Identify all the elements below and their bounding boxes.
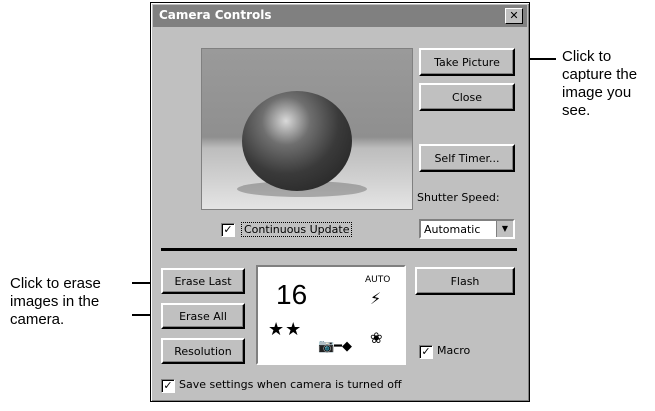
dialog-title: Camera Controls — [159, 8, 272, 22]
save-settings-checkbox[interactable]: ✓ — [161, 379, 175, 393]
separator — [161, 248, 517, 251]
self-timer-button[interactable]: Self Timer... — [419, 144, 515, 172]
continuous-update-label: Continuous Update — [241, 222, 353, 237]
flash-button[interactable]: Flash — [415, 267, 515, 295]
resolution-button[interactable]: Resolution — [161, 338, 245, 364]
callout-erase: Click to erase images in the camera. — [10, 275, 101, 328]
take-picture-button[interactable]: Take Picture — [419, 48, 515, 76]
camera-status-panel: 16 AUTO ⚡ ★★ 📷━◆ ❀ — [256, 265, 406, 365]
continuous-update-checkbox[interactable]: ✓ — [221, 223, 235, 237]
erase-last-button[interactable]: Erase Last — [161, 268, 245, 294]
title-bar: Camera Controls ✕ — [153, 5, 527, 27]
save-settings-label: Save settings when camera is turned off — [179, 378, 402, 391]
camera-controls-dialog: Camera Controls ✕ Take Picture Close Sel… — [150, 2, 530, 402]
camera-preview — [201, 48, 413, 210]
erase-all-button[interactable]: Erase All — [161, 303, 245, 329]
shutter-speed-select[interactable]: Automatic ▼ — [419, 219, 515, 239]
preview-glass-ball — [242, 91, 352, 191]
pictures-remaining-count: 16 — [276, 279, 308, 310]
macro-flower-icon: ❀ — [370, 329, 383, 347]
flash-icon: ⚡ — [370, 289, 382, 308]
macro-label: Macro — [437, 344, 471, 357]
quality-stars-icon: ★★ — [268, 319, 303, 340]
close-button[interactable]: Close — [419, 83, 515, 111]
shutter-speed-value: Automatic — [424, 223, 481, 236]
close-icon[interactable]: ✕ — [505, 8, 523, 24]
shutter-speed-label: Shutter Speed: — [417, 191, 500, 204]
callout-capture: Click to capture the image you see. — [562, 48, 638, 119]
camera-connection-icon: 📷━◆ — [318, 339, 353, 354]
macro-checkbox[interactable]: ✓ — [419, 345, 433, 359]
dropdown-arrow-icon[interactable]: ▼ — [496, 221, 513, 237]
flash-mode-text: AUTO — [365, 275, 391, 285]
